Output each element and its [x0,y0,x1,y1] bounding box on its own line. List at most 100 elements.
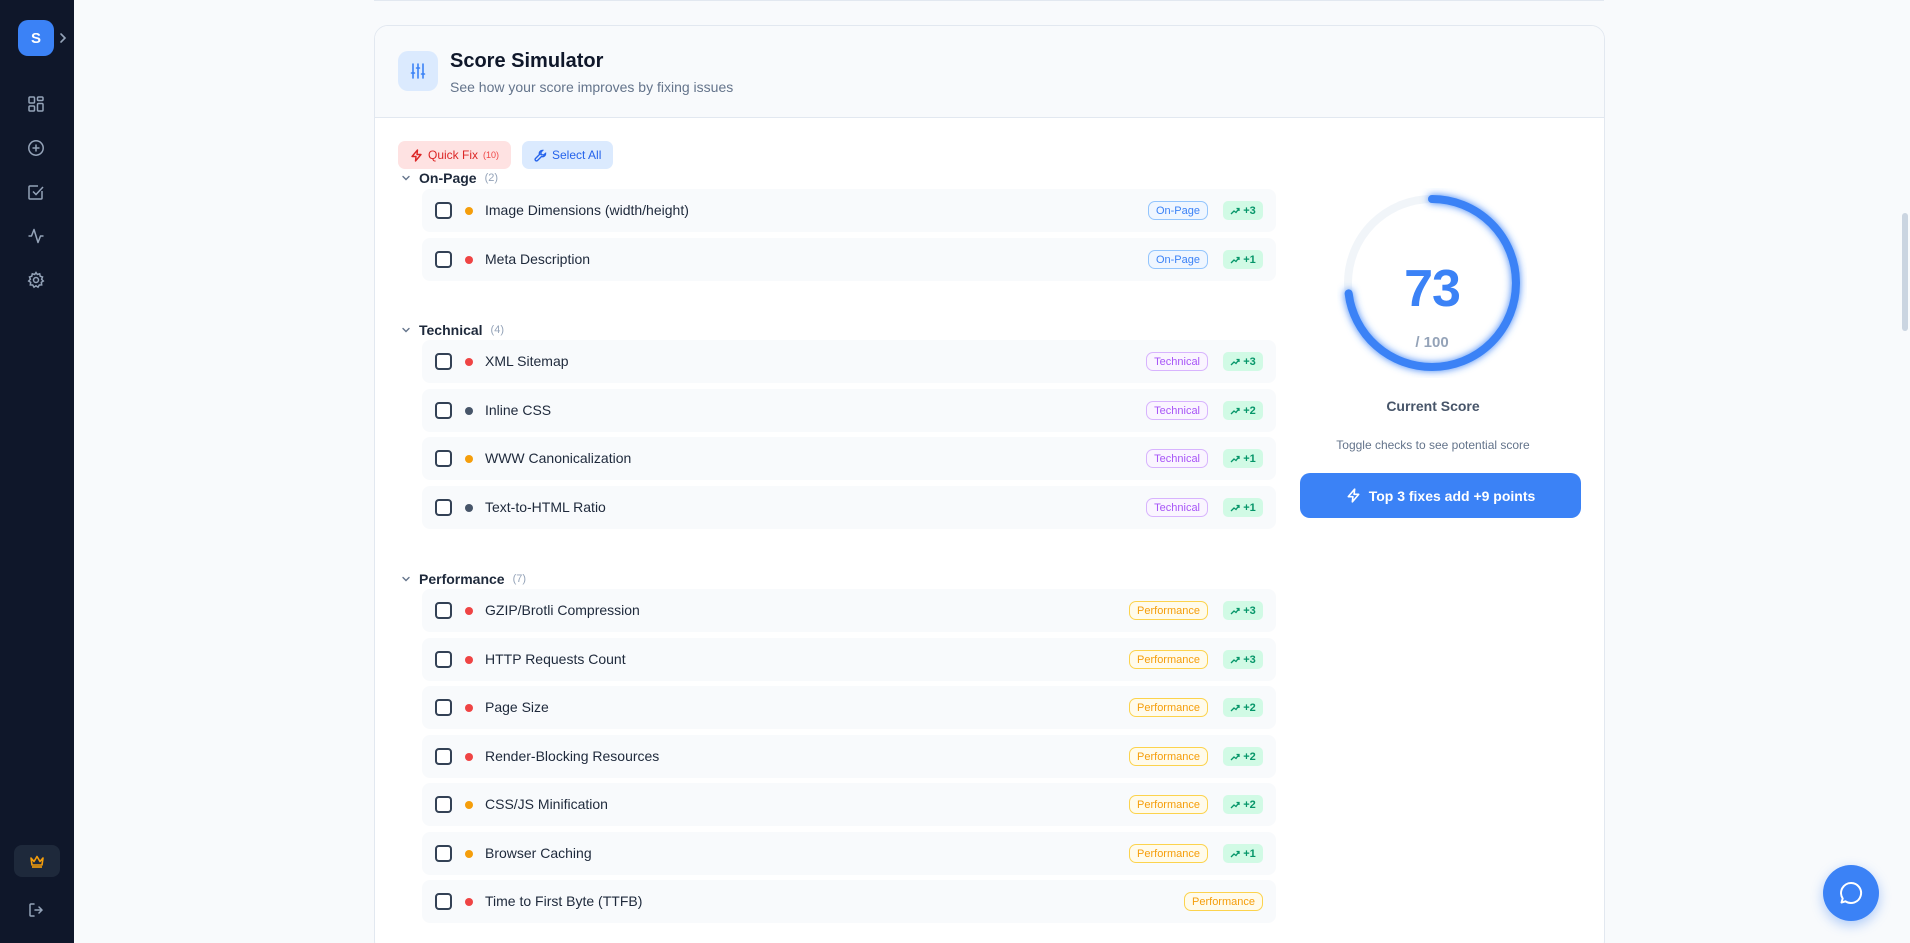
plus-circle-icon[interactable] [24,136,48,160]
chat-bubble-icon [1840,881,1863,904]
top-fixes-button[interactable]: Top 3 fixes add +9 points [1300,473,1581,518]
trend-up-icon [1230,704,1240,711]
issue-row[interactable]: CSS/JS Minification Performance +2 [422,783,1276,826]
issue-label: HTTP Requests Count [485,651,626,667]
category-tag: Technical [1146,449,1208,468]
chat-button[interactable] [1823,865,1879,921]
group-header-on-page[interactable]: On-Page (2) [401,168,498,188]
issue-row[interactable]: XML Sitemap Technical +3 [422,340,1276,383]
severity-dot [465,407,473,415]
issue-row[interactable]: HTTP Requests Count Performance +3 [422,638,1276,681]
issue-row[interactable]: Inline CSS Technical +2 [422,389,1276,432]
gear-icon[interactable] [24,268,48,292]
points-value: +3 [1243,604,1256,617]
issue-row[interactable]: Time to First Byte (TTFB) Performance [422,880,1276,923]
card-header: Score Simulator See how your score impro… [375,26,1604,118]
category-tag: Technical [1146,352,1208,371]
severity-dot [465,207,473,215]
issue-label: WWW Canonicalization [485,450,632,466]
issue-label: XML Sitemap [485,353,569,369]
points-badge: +3 [1223,352,1263,371]
points-value: +3 [1243,355,1256,368]
chevron-down-icon [402,576,410,582]
score-hint: Toggle checks to see potential score [1336,438,1530,452]
score-simulator-card: Score Simulator See how your score impro… [374,25,1605,943]
category-tag: Performance [1129,747,1208,766]
points-badge: +2 [1223,747,1263,766]
issue-checkbox[interactable] [435,845,452,862]
category-tag: On-Page [1147,250,1208,269]
issue-checkbox[interactable] [435,402,452,419]
category-tag: On-Page [1147,201,1208,220]
issue-checkbox[interactable] [435,251,452,268]
issue-row[interactable]: GZIP/Brotli Compression Performance +3 [422,589,1276,632]
points-badge: +1 [1223,449,1263,468]
quick-fix-button[interactable]: Quick Fix (10) [398,141,512,169]
issue-checkbox[interactable] [435,893,452,910]
top-fixes-label: Top 3 fixes add +9 points [1368,487,1536,504]
score-value: 73 [1404,260,1461,318]
lightning-icon [411,148,422,162]
select-all-label: Select All [552,148,602,162]
issue-row[interactable]: Text-to-HTML Ratio Technical +1 [422,486,1276,529]
issue-label: Page Size [485,699,549,715]
issue-checkbox[interactable] [435,602,452,619]
trend-up-icon [1230,455,1240,462]
group-name: Performance [419,571,505,587]
issue-row[interactable]: Page Size Performance +2 [422,686,1276,729]
group-header-performance[interactable]: Performance (7) [401,569,526,589]
issue-row[interactable]: Browser Caching Performance +1 [422,832,1276,875]
checklist-icon[interactable] [24,180,48,204]
group-name: Technical [419,322,483,338]
dashboard-icon[interactable] [24,92,48,116]
category-tag: Technical [1146,498,1208,517]
crown-icon[interactable] [14,845,60,877]
chevron-right-icon[interactable] [58,30,68,46]
issue-checkbox[interactable] [435,699,452,716]
page-title: Score Simulator [450,50,604,72]
issue-checkbox[interactable] [435,450,452,467]
issue-label: Meta Description [485,251,591,267]
issue-checkbox[interactable] [435,202,452,219]
app-logo[interactable]: S [18,20,54,56]
points-badge: +3 [1223,650,1263,669]
select-all-button[interactable]: Select All [522,141,614,169]
trend-up-icon [1230,753,1240,760]
issue-checkbox[interactable] [435,748,452,765]
points-badge: +3 [1223,201,1263,220]
issue-checkbox[interactable] [435,651,452,668]
quick-fix-count: (10) [483,150,500,160]
category-tag: Performance [1129,698,1208,717]
issue-checkbox[interactable] [435,353,452,370]
points-badge: +1 [1223,844,1263,863]
trend-up-icon [1230,607,1240,614]
trend-up-icon [1230,801,1240,808]
quick-fix-label: Quick Fix [428,148,479,162]
points-badge: +1 [1223,250,1263,269]
logout-icon[interactable] [24,898,48,922]
points-value: +1 [1243,501,1256,514]
points-value: +3 [1243,653,1256,666]
category-tag: Performance [1129,650,1208,669]
chevron-down-icon [402,175,410,181]
group-header-technical[interactable]: Technical (4) [401,320,504,340]
issue-checkbox[interactable] [435,796,452,813]
scrollbar-thumb[interactable] [1902,213,1908,331]
issue-label: Render-Blocking Resources [485,748,660,764]
activity-icon[interactable] [24,224,48,248]
points-value: +2 [1243,798,1256,811]
issue-checkbox[interactable] [435,499,452,516]
category-tag: Performance [1129,844,1208,863]
issue-row[interactable]: Render-Blocking Resources Performance +2 [422,735,1276,778]
wrench-icon [534,149,547,162]
points-value: +2 [1243,404,1256,417]
issue-label: Time to First Byte (TTFB) [485,893,643,909]
issue-row[interactable]: Meta Description On-Page +1 [422,238,1276,281]
severity-dot [465,256,473,264]
issue-row[interactable]: Image Dimensions (width/height) On-Page … [422,189,1276,232]
group-count: (2) [484,172,499,184]
points-badge: +2 [1223,795,1263,814]
points-value: +2 [1243,750,1256,763]
trend-up-icon [1230,407,1240,414]
issue-row[interactable]: WWW Canonicalization Technical +1 [422,437,1276,480]
